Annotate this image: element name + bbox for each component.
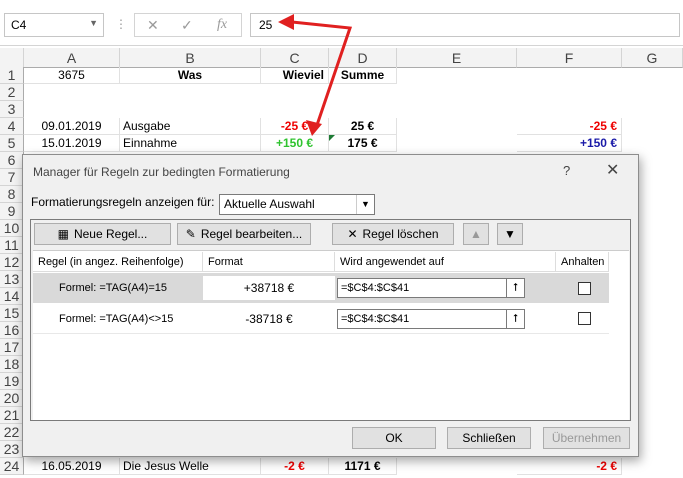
header-stop[interactable]: Anhalten [556,252,609,272]
row-header-18[interactable]: 18 [0,356,24,373]
cancel-icon[interactable]: ✕ [147,17,159,34]
row-header-3[interactable]: 3 [0,101,24,118]
cell-d4[interactable]: 25 € [329,118,397,135]
cell-a24[interactable]: 16.05.2019 [24,458,120,475]
arrow-down-icon: ▼ [504,227,516,241]
cell-b1[interactable]: Was [120,67,261,84]
new-rule-icon: ▦ [57,227,69,241]
row-header-19[interactable]: 19 [0,373,24,390]
apply-button[interactable]: Übernehmen [543,427,630,449]
header-applies[interactable]: Wird angewendet auf [335,252,556,272]
row-header-10[interactable]: 10 [0,220,24,237]
dialog-title: Manager für Regeln zur bedingten Formati… [33,165,290,179]
show-rules-select[interactable]: Aktuelle Auswahl ▼ [219,194,375,215]
delete-icon: ✕ [347,227,358,241]
row-header-2[interactable]: 2 [0,84,24,101]
chevron-down-icon[interactable]: ▼ [89,18,98,28]
close-button[interactable]: Schließen [447,427,531,449]
cell-f5[interactable]: +150 € [517,135,622,152]
row-header-5[interactable]: 5 [0,135,24,152]
delete-rule-button[interactable]: ✕ Regel löschen [332,223,454,245]
rule-1-range-input[interactable]: =$C$4:$C$41 ⭡ [337,278,525,298]
range-picker-icon[interactable]: ⭡ [506,279,524,297]
cell-a5[interactable]: 15.01.2019 [24,135,120,152]
new-rule-button[interactable]: ▦ Neue Regel... [34,223,171,245]
rule-1-label: Formel: =TAG(A4)=15 [59,282,167,294]
move-down-button[interactable]: ▼ [497,223,523,245]
row-header-17[interactable]: 17 [0,339,24,356]
cell-b5[interactable]: Einnahme [120,135,261,152]
function-icon[interactable]: fx [217,17,227,33]
select-all-corner[interactable] [0,48,24,68]
rule-1-stop-checkbox[interactable] [578,282,591,295]
name-box[interactable]: C4 ▼ [4,13,104,37]
help-icon[interactable]: ? [563,163,570,178]
row-header-8[interactable]: 8 [0,186,24,203]
ok-button[interactable]: OK [352,427,436,449]
rules-list: Regel (in angez. Reihenfolge) Format Wir… [33,250,629,420]
column-header-e[interactable]: E [397,48,517,68]
row-header-6[interactable]: 6 [0,152,24,169]
row-header-12[interactable]: 12 [0,254,24,271]
row-header-14[interactable]: 14 [0,288,24,305]
move-up-button[interactable]: ▲ [463,223,489,245]
row-header-21[interactable]: 21 [0,407,24,424]
rule-2-format-preview: -38718 € [203,307,335,331]
cell-a1[interactable]: 3675 [24,67,120,84]
cell-b4[interactable]: Ausgabe [120,118,261,135]
rule-2-range-input[interactable]: =$C$4:$C$41 ⭡ [337,309,525,329]
row-header-23[interactable]: 23 [0,441,24,458]
rules-panel: ▦ Neue Regel... ✎ Regel bearbeiten... ✕ Reg… [30,219,631,421]
rule-2-label: Formel: =TAG(A4)<>15 [59,313,174,325]
show-rules-value: Aktuelle Auswahl [224,197,315,211]
formula-icons: ✕ ✓ fx [134,13,242,37]
separator-icon: ⋮ [115,17,127,31]
column-header-g[interactable]: G [622,48,683,68]
arrow-up-icon: ▲ [470,227,482,241]
show-rules-label: Formatierungsregeln anzeigen für: [31,195,215,209]
column-header-a[interactable]: A [24,48,120,68]
row-header-11[interactable]: 11 [0,237,24,254]
cell-a4[interactable]: 09.01.2019 [24,118,120,135]
row-header-20[interactable]: 20 [0,390,24,407]
row-divider [33,333,609,334]
cell-c1[interactable]: Wieviel [261,67,329,84]
row-header-7[interactable]: 7 [0,169,24,186]
range-picker-icon[interactable]: ⭡ [506,310,524,328]
error-indicator-icon [329,135,335,141]
rule-2-stop-checkbox[interactable] [578,312,591,325]
edit-rule-button[interactable]: ✎ Regel bearbeiten... [177,223,311,245]
close-icon[interactable]: ✕ [606,160,619,180]
column-header-d[interactable]: D [329,48,397,68]
cell-d24[interactable]: 1171 € [329,458,397,475]
column-header-c[interactable]: C [261,48,329,68]
header-format[interactable]: Format [203,252,335,272]
chevron-down-icon[interactable]: ▼ [356,195,374,214]
rule-1-format-preview: +38718 € [203,276,335,300]
cell-f4[interactable]: -25 € [517,118,622,135]
row-header-24[interactable]: 24 [0,458,24,475]
cell-b24[interactable]: Die Jesus Welle [120,458,261,475]
row-header-4[interactable]: 4 [0,118,24,135]
row-header-1[interactable]: 1 [0,67,24,84]
row-header-9[interactable]: 9 [0,203,24,220]
cell-c5[interactable]: +150 € [261,135,329,152]
formula-input[interactable]: 25 [250,13,680,37]
column-header-f[interactable]: F [517,48,622,68]
cell-d5[interactable]: 175 € [329,135,397,152]
row-header-15[interactable]: 15 [0,305,24,322]
edit-rule-icon: ✎ [185,227,196,241]
row-header-13[interactable]: 13 [0,271,24,288]
row-header-16[interactable]: 16 [0,322,24,339]
cell-c4[interactable]: -25 € [261,118,329,135]
header-rule[interactable]: Regel (in angez. Reihenfolge) [33,252,203,272]
column-header-b[interactable]: B [120,48,261,68]
cell-d1[interactable]: Summe [329,67,397,84]
cell-c24[interactable]: -2 € [261,458,329,475]
enter-icon[interactable]: ✓ [181,17,193,34]
row-header-22[interactable]: 22 [0,424,24,441]
conditional-formatting-dialog: Manager für Regeln zur bedingten Formati… [22,154,639,457]
cell-f24[interactable]: -2 € [517,458,622,475]
formula-bar: C4 ▼ ⋮ ✕ ✓ fx 25 [0,0,683,46]
